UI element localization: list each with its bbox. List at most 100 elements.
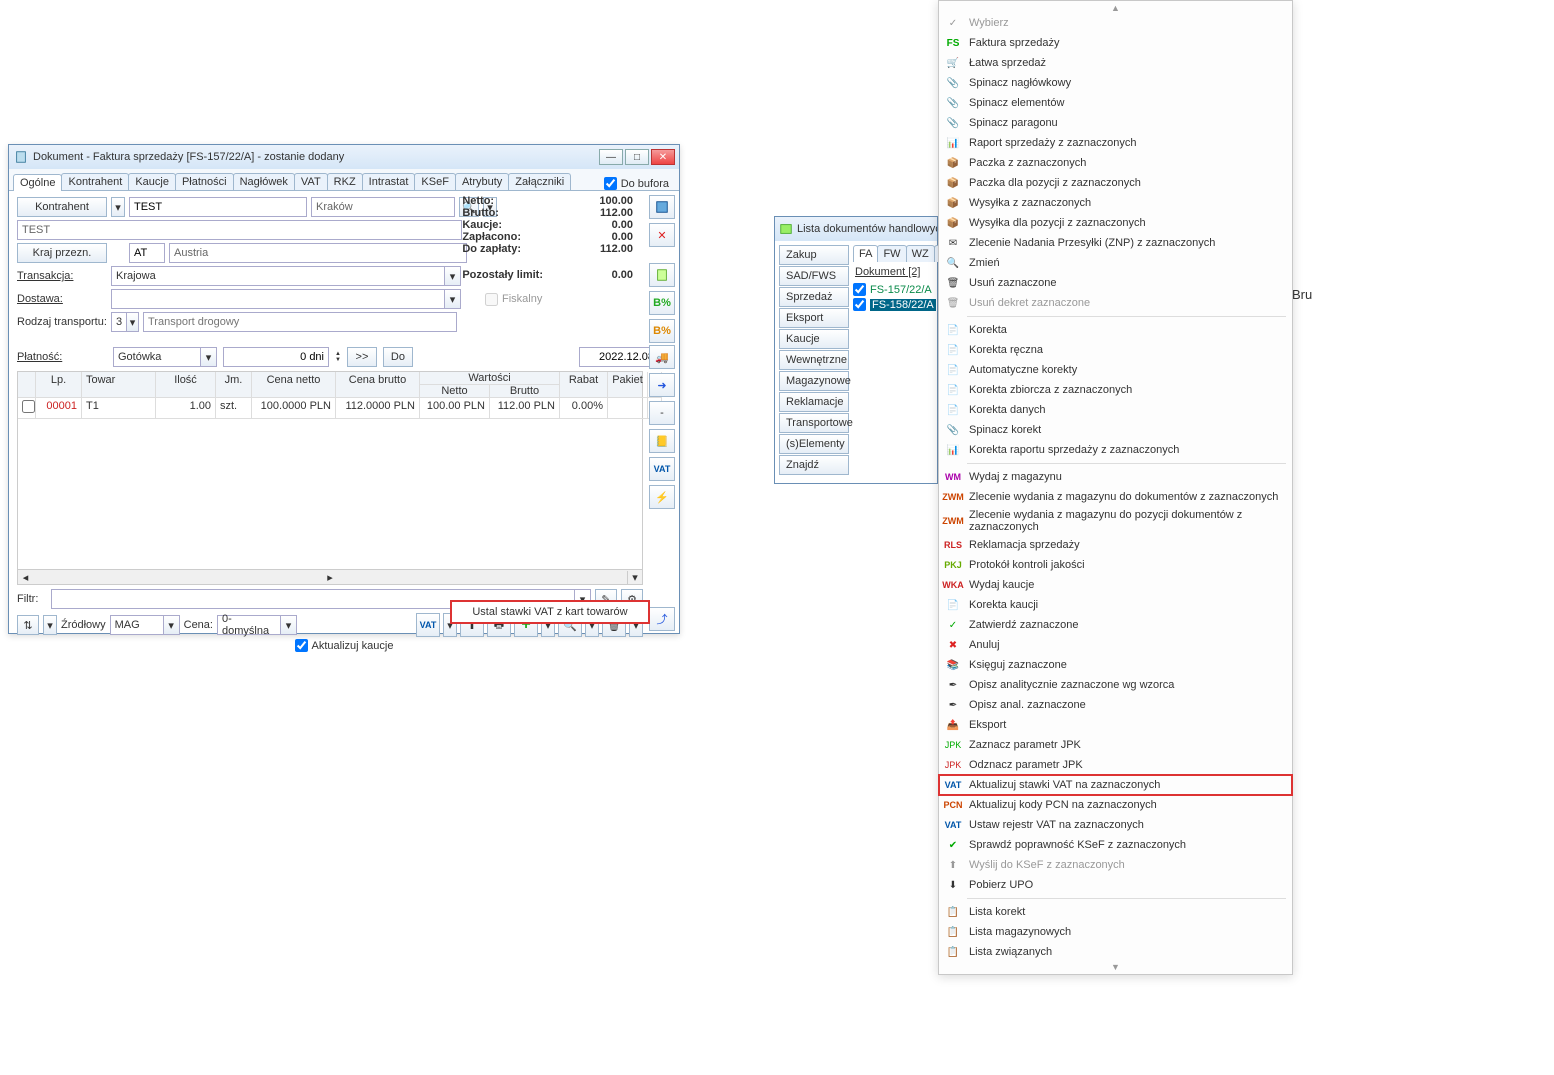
chevron-down-icon[interactable]: ▾: [163, 616, 179, 634]
arrows-button[interactable]: >>: [347, 347, 377, 367]
hscroll[interactable]: ◂ ▸ ▾: [17, 570, 643, 585]
stab-kaucje[interactable]: Kaucje: [779, 329, 849, 349]
doc-check[interactable]: [853, 298, 866, 311]
mitem-reklamacja[interactable]: RLSReklamacja sprzedaży: [939, 535, 1292, 555]
percent2-icon[interactable]: B%: [649, 319, 675, 343]
mitem-opisz-an[interactable]: ✒Opisz analitycznie zaznaczone wg wzorca: [939, 675, 1292, 695]
tab-kontrahent[interactable]: Kontrahent: [61, 173, 129, 190]
tab-ogolne[interactable]: Ogólne: [13, 174, 62, 191]
chevron-down-icon[interactable]: ▾: [280, 616, 296, 634]
scroll-down[interactable]: ▾: [627, 571, 642, 584]
truck-icon[interactable]: 🚚: [649, 345, 675, 369]
mitem-zwm-poz[interactable]: ZWMZlecenie wydania z magazynu do pozycj…: [939, 507, 1292, 535]
date-field[interactable]: [579, 347, 659, 367]
tab-ksef[interactable]: KSeF: [414, 173, 456, 190]
stab-znajdz[interactable]: Znajdź: [779, 455, 849, 475]
save-icon[interactable]: [649, 195, 675, 219]
stab-transport[interactable]: Transportowe: [779, 413, 849, 433]
chevron-down-icon[interactable]: ▾: [444, 267, 460, 285]
minus-icon[interactable]: -: [649, 401, 675, 425]
row-checkbox[interactable]: [22, 400, 35, 413]
mitem-korekta[interactable]: 📄Korekta: [939, 320, 1292, 340]
note-icon[interactable]: [649, 263, 675, 287]
maximize-button[interactable]: □: [625, 149, 649, 165]
tab-zalaczniki[interactable]: Załączniki: [508, 173, 571, 190]
book-icon[interactable]: 📒: [649, 429, 675, 453]
rodzaj-num[interactable]: 3 ▾: [111, 312, 139, 332]
mitem-usun-zaz[interactable]: 🗑Usuń zaznaczone: [939, 273, 1292, 293]
mitem-lista-korekt[interactable]: 📋Lista korekt: [939, 902, 1292, 922]
itab-fa[interactable]: FA: [853, 245, 878, 262]
stab-zakup[interactable]: Zakup: [779, 245, 849, 265]
mitem-spinacz-kor[interactable]: 📎Spinacz korekt: [939, 420, 1292, 440]
col-pakiet[interactable]: Pakiet: [608, 372, 648, 398]
col-cena-brutto[interactable]: Cena brutto: [336, 372, 420, 398]
kontrahent-button[interactable]: Kontrahent: [17, 197, 107, 217]
mitem-znp[interactable]: ✉Zlecenie Nadania Przesyłki (ZNP) z zazn…: [939, 233, 1292, 253]
mitem-spinacz-nag[interactable]: 📎Spinacz nagłówkowy: [939, 73, 1292, 93]
mitem-ustaw-vat[interactable]: VATUstaw rejestr VAT na zaznaczonych: [939, 815, 1292, 835]
stab-sprzedaz[interactable]: Sprzedaż: [779, 287, 849, 307]
mitem-zatwierdz[interactable]: ✓Zatwierdź zaznaczone: [939, 615, 1292, 635]
mitem-aktualizuj-vat[interactable]: VATAktualizuj stawki VAT na zaznaczonych: [939, 775, 1292, 795]
percent-icon[interactable]: B%: [649, 291, 675, 315]
mitem-eksport[interactable]: 📤Eksport: [939, 715, 1292, 735]
stab-wewn[interactable]: Wewnętrzne: [779, 350, 849, 370]
mitem-kor-raportu[interactable]: 📊Korekta raportu sprzedaży z zaznaczonyc…: [939, 440, 1292, 460]
zrodlowy-select[interactable]: MAG ▾: [110, 615, 180, 635]
mitem-kor-reczna[interactable]: 📄Korekta ręczna: [939, 340, 1292, 360]
mitem-upo[interactable]: ⬇Pobierz UPO: [939, 875, 1292, 895]
sort-dd-icon[interactable]: ▾: [43, 615, 57, 635]
dni-field[interactable]: [223, 347, 329, 367]
col-rabat[interactable]: Rabat: [560, 372, 608, 398]
col-lp[interactable]: Lp.: [36, 372, 82, 398]
mitem-faktura[interactable]: FSFaktura sprzedaży: [939, 33, 1292, 53]
do-bufora-checkbox[interactable]: [604, 177, 617, 190]
stab-selem[interactable]: (s)Elementy: [779, 434, 849, 454]
itab-fw[interactable]: FW: [877, 245, 906, 262]
tab-atrybuty[interactable]: Atrybuty: [455, 173, 509, 190]
mitem-kor-zb[interactable]: 📄Korekta zbiorcza z zaznaczonych: [939, 380, 1292, 400]
col-cena-netto[interactable]: Cena netto: [252, 372, 336, 398]
minimize-button[interactable]: —: [599, 149, 623, 165]
aktualizuj-kaucje-checkbox[interactable]: [295, 639, 308, 652]
chevron-down-icon[interactable]: ▾: [200, 348, 216, 366]
tab-vat[interactable]: VAT: [294, 173, 328, 190]
kraj-button[interactable]: Kraj przezn.: [17, 243, 107, 263]
col-ilosc[interactable]: Ilość: [156, 372, 216, 398]
mitem-odz-jpk[interactable]: JPKOdznacz parametr JPK: [939, 755, 1292, 775]
col-towar[interactable]: Towar: [82, 372, 156, 398]
tab-kaucje[interactable]: Kaucje: [128, 173, 176, 190]
sort-icon[interactable]: ⇅: [17, 615, 39, 635]
menu-scroll-up[interactable]: ▲: [939, 3, 1292, 13]
stab-magazynowe[interactable]: Magazynowe: [779, 371, 849, 391]
vat-icon[interactable]: VAT: [649, 457, 675, 481]
scroll-left[interactable]: ◂: [18, 571, 33, 584]
do-button[interactable]: Do: [383, 347, 413, 367]
col-wartosci[interactable]: Wartości: [420, 372, 559, 385]
mitem-spinacz-el[interactable]: 📎Spinacz elementów: [939, 93, 1292, 113]
tab-naglowek[interactable]: Nagłówek: [233, 173, 295, 190]
mitem-zaz-jpk[interactable]: JPKZaznacz parametr JPK: [939, 735, 1292, 755]
mitem-akt-pcn[interactable]: PCNAktualizuj kody PCN na zaznaczonych: [939, 795, 1292, 815]
mitem-wydaj-mag[interactable]: WMWydaj z magazynu: [939, 467, 1292, 487]
mitem-wysylka[interactable]: 📦Wysyłka z zaznaczonych: [939, 193, 1292, 213]
mitem-lista-mag[interactable]: 📋Lista magazynowych: [939, 922, 1292, 942]
col-jm[interactable]: Jm.: [216, 372, 252, 398]
doc-check[interactable]: [853, 283, 866, 296]
mitem-paczka[interactable]: 📦Paczka z zaznaczonych: [939, 153, 1292, 173]
kontrahent-code[interactable]: [129, 197, 307, 217]
delete-icon[interactable]: ✕: [649, 223, 675, 247]
mitem-zwm-dok[interactable]: ZWMZlecenie wydania z magazynu do dokume…: [939, 487, 1292, 507]
export-icon[interactable]: ⤴: [649, 607, 675, 631]
transakcja-select[interactable]: Krajowa ▾: [111, 266, 461, 286]
tab-platnosci[interactable]: Płatności: [175, 173, 234, 190]
mitem-wysylka-poz[interactable]: 📦Wysyłka dla pozycji z zaznaczonych: [939, 213, 1292, 233]
table-row[interactable]: 00001 T1 1.00 szt. 100.0000 PLN 112.0000…: [18, 398, 642, 419]
chevron-down-icon[interactable]: ▾: [126, 313, 138, 331]
cena-select[interactable]: 0-domyślna ▾: [217, 615, 297, 635]
stab-reklamacje[interactable]: Reklamacje: [779, 392, 849, 412]
platnosc-select[interactable]: Gotówka ▾: [113, 347, 217, 367]
vat-tool-icon[interactable]: VAT: [416, 613, 440, 637]
mitem-pkj[interactable]: PKJProtokół kontroli jakości: [939, 555, 1292, 575]
